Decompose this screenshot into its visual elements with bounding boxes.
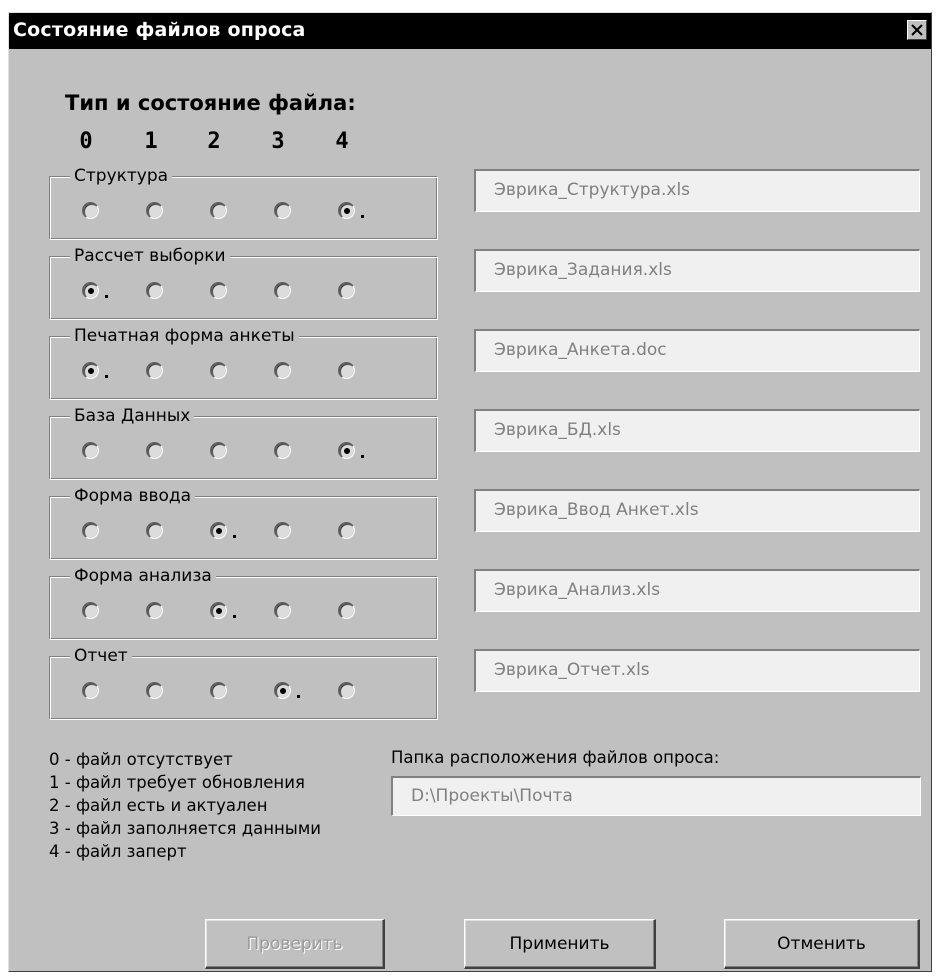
group-report: Отчет [49,646,438,720]
state-radio-1[interactable] [146,602,163,619]
state-radio-1[interactable] [146,682,163,699]
group-label: База Данных [70,406,195,426]
close-icon [911,24,923,36]
window-title: Состояние файлов опроса [13,19,306,41]
group-label: Печатная форма анкеты [70,326,299,346]
state-radio-3[interactable] [274,442,291,459]
file-field-questionnaire[interactable]: Эврика_Анкета.doc [474,329,920,372]
state-radio-2[interactable] [210,282,227,299]
state-radio-0[interactable] [82,362,99,379]
group-label: Форма ввода [70,486,196,506]
state-radio-0[interactable] [82,682,99,699]
state-radio-4[interactable] [338,362,355,379]
group-sample-calc: Рассчет выборки [49,246,438,320]
group-label: Структура [70,166,173,186]
focus-dot [105,295,108,298]
focus-dot [105,375,108,378]
file-field-report[interactable]: Эврика_Отчет.xls [474,649,920,692]
state-radio-4[interactable] [338,522,355,539]
state-radio-2[interactable] [210,362,227,379]
group-label: Отчет [70,646,132,666]
state-radio-2[interactable] [210,682,227,699]
focus-dot [233,615,236,618]
file-field-tasks[interactable]: Эврика_Задания.xls [474,249,920,292]
column-number-3: 3 [271,129,285,154]
title-bar[interactable]: Состояние файлов опроса [9,13,931,49]
state-radio-0[interactable] [82,442,99,459]
state-radio-3[interactable] [274,282,291,299]
state-radio-2[interactable] [210,522,227,539]
state-radio-1[interactable] [146,442,163,459]
group-database: База Данных [49,406,438,480]
state-radio-1[interactable] [146,202,163,219]
dialog-window: Состояние файлов опроса Тип и состояние … [8,12,932,972]
state-radio-2[interactable] [210,202,227,219]
state-radio-4[interactable] [338,442,355,459]
status-legend: 0 - файл отсутствует 1 - файл требует об… [49,748,321,863]
folder-label: Папка расположения файлов опроса: [391,748,720,767]
file-field-database[interactable]: Эврика_БД.xls [474,409,920,452]
state-radio-3[interactable] [274,362,291,379]
state-radio-4[interactable] [338,282,355,299]
file-field-structure[interactable]: Эврика_Структура.xls [474,169,920,212]
group-structure: Структура [49,166,438,240]
file-field-input[interactable]: Эврика_Ввод Анкет.xls [474,489,920,532]
apply-button[interactable]: Применить [464,919,656,969]
state-radio-0[interactable] [82,282,99,299]
state-radio-4[interactable] [338,602,355,619]
state-radio-0[interactable] [82,602,99,619]
file-field-analysis[interactable]: Эврика_Анализ.xls [474,569,920,612]
column-number-1: 1 [144,129,158,154]
state-radio-3[interactable] [274,602,291,619]
legend-item: 3 - файл заполняется данными [49,819,322,838]
close-button[interactable] [907,20,927,40]
group-analysis-form: Форма анализа [49,566,438,640]
group-print-form: Печатная форма анкеты [49,326,438,400]
state-radio-3[interactable] [274,202,291,219]
state-radio-4[interactable] [338,682,355,699]
state-radio-1[interactable] [146,362,163,379]
column-number-2: 2 [207,129,221,154]
state-radio-2[interactable] [210,442,227,459]
focus-dot [361,455,364,458]
state-radio-0[interactable] [82,202,99,219]
folder-path-field[interactable]: D:\Проекты\Почта [391,776,921,816]
group-input-form: Форма ввода [49,486,438,560]
focus-dot [361,215,364,218]
focus-dot [233,535,236,538]
header-label: Тип и состояние файла: [65,91,356,115]
cancel-button[interactable]: Отменить [724,919,920,969]
state-radio-1[interactable] [146,282,163,299]
legend-item: 1 - файл требует обновления [49,773,305,792]
state-radio-3[interactable] [274,522,291,539]
group-label: Форма анализа [70,566,216,586]
column-number-4: 4 [335,129,349,154]
column-number-0: 0 [79,129,93,154]
state-radio-1[interactable] [146,522,163,539]
legend-item: 2 - файл есть и актуален [49,796,268,815]
group-label: Рассчет выборки [70,246,230,266]
state-radio-3[interactable] [274,682,291,699]
state-radio-0[interactable] [82,522,99,539]
legend-item: 0 - файл отсутствует [49,750,233,769]
state-radio-2[interactable] [210,602,227,619]
focus-dot [297,695,300,698]
state-radio-4[interactable] [338,202,355,219]
legend-item: 4 - файл заперт [49,842,187,861]
check-button[interactable]: Проверить [205,919,385,969]
